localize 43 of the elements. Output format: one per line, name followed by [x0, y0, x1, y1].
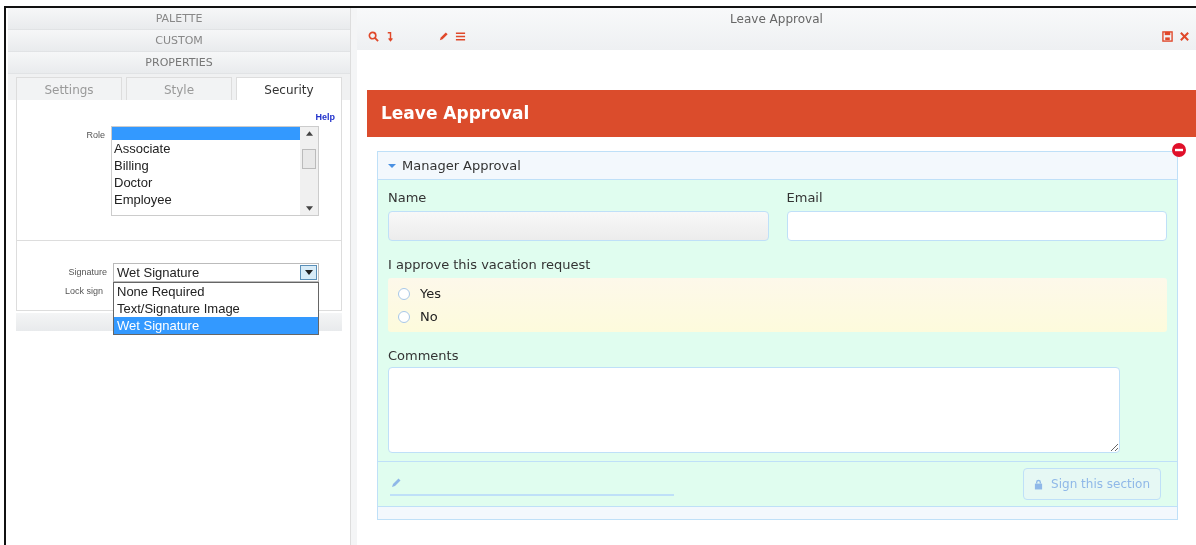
section-header[interactable]: Manager Approval	[378, 152, 1177, 180]
radio-label[interactable]: Yes	[420, 286, 441, 301]
arrow-up-icon[interactable]	[305, 131, 313, 136]
window-title: Leave Approval	[729, 11, 824, 28]
field-label: Name	[388, 190, 428, 205]
radio-button[interactable]	[398, 287, 410, 300]
radio-label[interactable]: No	[420, 309, 438, 324]
signature-label: Signature	[67, 266, 108, 277]
save-icon[interactable]	[1162, 31, 1173, 42]
scrollbar[interactable]	[300, 127, 318, 215]
dropdown-option[interactable]: None Required	[114, 283, 318, 300]
list-item[interactable]: Employee	[112, 191, 300, 208]
arrow-down-icon[interactable]	[305, 206, 313, 211]
list-item[interactable]: Billing	[112, 157, 300, 174]
lock-icon	[1034, 478, 1044, 490]
tab[interactable]: Security	[236, 77, 342, 100]
list-item[interactable]: Associate	[112, 140, 300, 157]
close-icon[interactable]	[1179, 31, 1190, 42]
scrollbar-thumb[interactable]	[302, 149, 316, 169]
help-link[interactable]: Help	[315, 112, 335, 122]
list-item[interactable]: Doctor	[112, 174, 300, 191]
caret-icon[interactable]	[388, 162, 396, 169]
accordion-header[interactable]: PROPERTIES	[8, 52, 350, 74]
lock-label: Lock sign	[64, 285, 104, 296]
question-label: I approve this vacation request	[388, 257, 591, 272]
dropdown-toggle[interactable]	[300, 265, 317, 280]
caret-icon	[304, 270, 313, 275]
pencil-icon[interactable]	[438, 31, 449, 42]
pencil-icon	[390, 477, 402, 489]
text-field[interactable]	[786, 211, 1167, 241]
form-header: Leave Approval	[367, 90, 1196, 137]
dropdown-option[interactable]: Text/Signature Image	[114, 300, 318, 317]
field-label: Email	[786, 190, 824, 205]
signature-dropdown[interactable]: Wet Signature	[113, 263, 319, 282]
radio-button[interactable]	[398, 310, 410, 323]
arrow-down-icon[interactable]	[385, 31, 396, 42]
search-icon[interactable]	[368, 31, 379, 42]
comments-field[interactable]	[388, 367, 1120, 453]
role-label: Role	[85, 129, 106, 140]
comments-label: Comments	[388, 348, 459, 363]
menu-icon[interactable]	[455, 31, 466, 42]
remove-icon[interactable]	[1172, 143, 1186, 157]
role-listbox[interactable]: Associate Billing Doctor Employee	[111, 126, 319, 216]
